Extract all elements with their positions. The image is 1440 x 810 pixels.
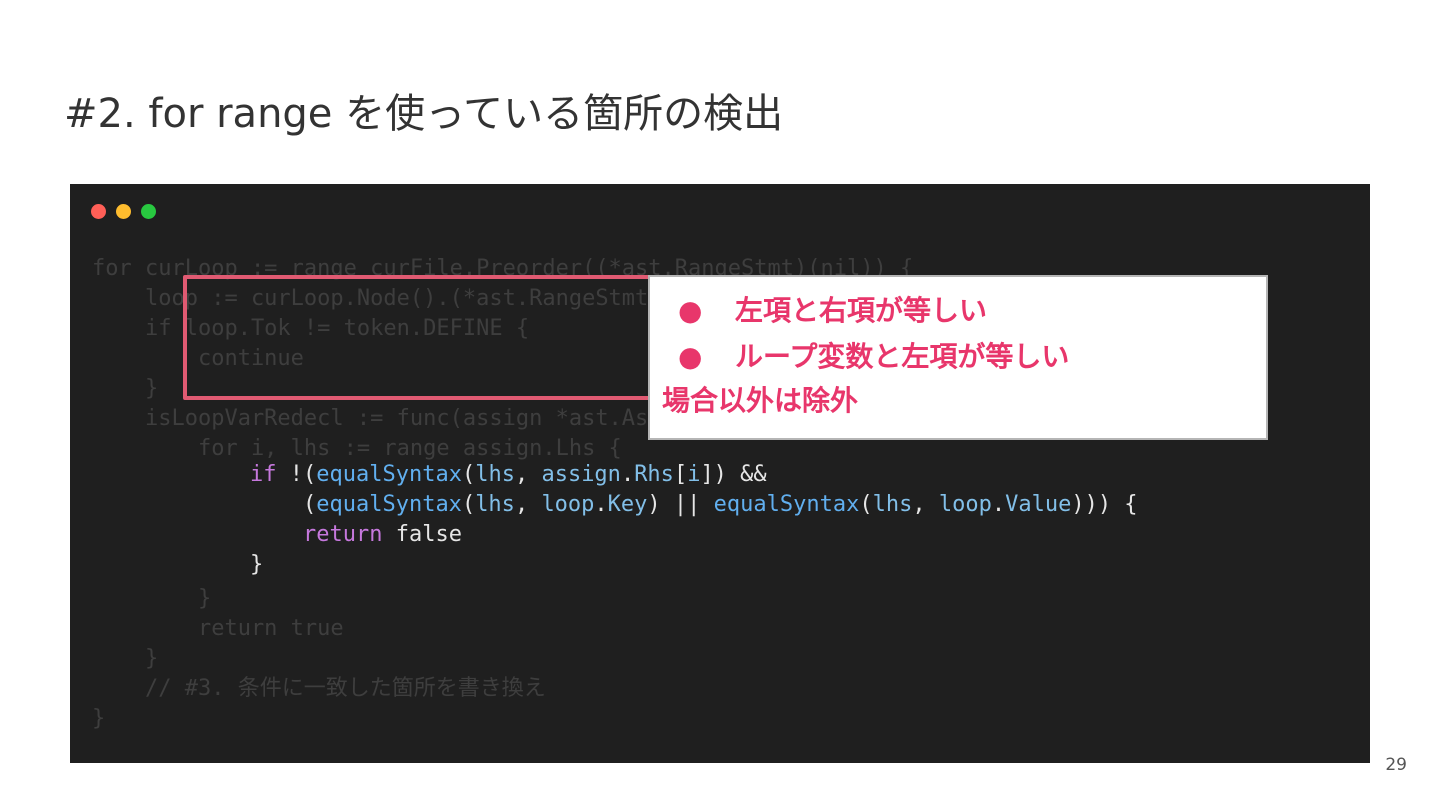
code-line-close: } <box>250 550 1138 580</box>
code-line: return true <box>92 616 344 641</box>
ident-lhs: lhs <box>475 492 515 517</box>
code-line-if: if !(equalSyntax(lhs, assign.Rhs[i]) && <box>250 460 1138 490</box>
ident-rhs: Rhs <box>634 462 674 487</box>
func-equal-syntax: equalSyntax <box>316 492 462 517</box>
code-highlight-block: if !(equalSyntax(lhs, assign.Rhs[i]) && … <box>250 460 1138 580</box>
ident-loop: loop <box>938 492 992 517</box>
code-line: // #3. 条件に一致した箇所を書き換え <box>92 676 546 701</box>
code-line-condition: (equalSyntax(lhs, loop.Key) || equalSynt… <box>250 490 1138 520</box>
code-punct: . <box>594 492 608 517</box>
code-punct: !( <box>276 462 317 487</box>
code-punct: ]) && <box>700 462 767 487</box>
bullet-icon: ● <box>678 294 703 327</box>
code-punct: . <box>991 492 1006 517</box>
code-window: for curLoop := range curFile.Preorder((*… <box>70 184 1370 763</box>
code-punct: , <box>912 492 939 517</box>
code-punct: ( <box>461 462 476 487</box>
ident-i: i <box>687 462 701 487</box>
callout-box: ● 左項と右項が等しい ● ループ変数と左項が等しい 場合以外は除外 <box>648 275 1268 440</box>
code-line: } <box>92 646 159 671</box>
code-line-return: return false <box>250 520 1138 550</box>
ident-lhs: lhs <box>475 462 515 487</box>
ident-key: Key <box>607 492 648 517</box>
code-line: } <box>92 706 106 731</box>
code-punct: ( <box>859 492 873 517</box>
code-punct: [ <box>673 462 688 487</box>
ident-loop: loop <box>541 492 595 517</box>
callout-item-text: ループ変数と左項が等しい <box>735 340 1070 373</box>
func-equal-syntax: equalSyntax <box>713 492 860 517</box>
keyword-if: if <box>250 462 277 487</box>
callout-item-text: 左項と右項が等しい <box>735 294 988 327</box>
func-equal-syntax: equalSyntax <box>316 462 462 487</box>
ident-assign: assign <box>541 462 621 487</box>
ident-value: Value <box>1005 492 1072 517</box>
code-punct: , <box>514 492 542 517</box>
slide-number: 29 <box>1385 755 1407 775</box>
minimize-dot-icon[interactable] <box>116 204 131 219</box>
slide-title: #2. for range を使っている箇所の検出 <box>64 91 784 137</box>
close-dot-icon[interactable] <box>91 204 106 219</box>
code-punct: } <box>250 552 264 577</box>
ident-lhs: lhs <box>872 492 913 517</box>
maximize-dot-icon[interactable] <box>141 204 156 219</box>
code-punct: ) || <box>647 492 714 517</box>
code-punct: ( <box>461 492 476 517</box>
bullet-icon: ● <box>678 340 703 373</box>
callout-footer: 場合以外は除外 <box>662 384 859 417</box>
code-punct: , <box>514 462 542 487</box>
code-punct: ))) { <box>1071 492 1138 517</box>
code-punct: ( <box>250 492 317 517</box>
keyword-return: return <box>302 522 383 547</box>
window-controls <box>91 204 156 219</box>
code-line: } <box>92 586 212 611</box>
code-punct: . <box>620 462 635 487</box>
code-literal-false: false <box>382 522 462 547</box>
